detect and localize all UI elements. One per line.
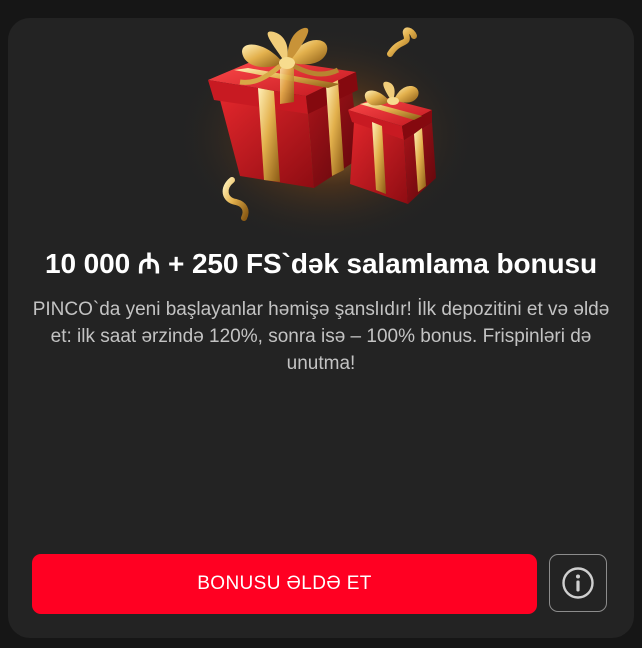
bonus-title: 10 000 ₼ + 250 FS`dək salamlama bonusu: [45, 248, 597, 279]
bonus-card: 10 000 ₼ + 250 FS`dək salamlama bonusu P…: [8, 18, 634, 638]
gift-boxes-illustration: [8, 18, 634, 246]
bonus-description: PINCO`da yeni başlayanlar həmişə şanslıd…: [32, 299, 610, 374]
get-bonus-button[interactable]: BONUSU ƏLDƏ ET: [32, 554, 537, 614]
info-icon: [562, 567, 594, 599]
info-button[interactable]: [549, 554, 607, 612]
